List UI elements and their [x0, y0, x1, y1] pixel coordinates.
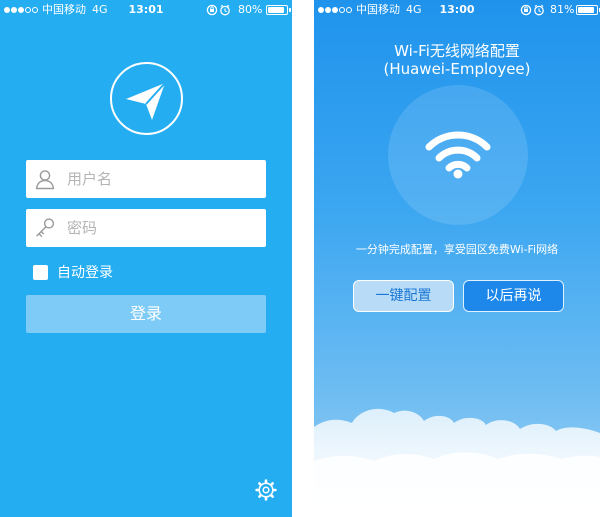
paper-plane-icon: [126, 82, 166, 120]
battery-percent: 80%: [238, 3, 263, 16]
key-icon: [36, 218, 55, 237]
login-button[interactable]: 登录: [26, 295, 266, 333]
clouds-background: [314, 408, 600, 517]
username-placeholder: 用户名: [67, 170, 113, 188]
status-bar: 中国移动 4G 13:00 81%: [314, 0, 600, 20]
rotation-lock-icon: [206, 4, 230, 16]
gear-icon[interactable]: [254, 478, 278, 502]
password-field[interactable]: 密码: [26, 209, 266, 247]
wifi-icon: [425, 131, 491, 179]
battery-icon: [576, 5, 600, 15]
page-title: Wi-Fi无线网络配置: [394, 42, 520, 60]
battery-percent: 81%: [550, 3, 575, 16]
user-icon: [35, 170, 55, 190]
wifi-config-screen: 中国移动 4G 13:00 81% Wi-Fi无线网络配置 (Huawei-Em…: [314, 0, 600, 517]
login-screen: 中国移动 4G 13:01 80% 用户名 密码 自动登录 登录: [0, 0, 292, 517]
status-bar: 中国移动 4G 13:01 80%: [0, 0, 292, 20]
battery-fill: [578, 7, 595, 13]
remember-me-checkbox[interactable]: [33, 265, 48, 280]
later-button[interactable]: 以后再说: [463, 280, 564, 312]
password-placeholder: 密码: [67, 219, 98, 237]
username-field[interactable]: 用户名: [26, 160, 266, 198]
tagline: 一分钟完成配置，享受园区免费Wi-Fi网络: [355, 243, 559, 256]
battery-icon: [266, 5, 291, 15]
app-logo: [110, 62, 183, 135]
one-key-config-button[interactable]: 一键配置: [353, 280, 454, 312]
remember-me-label: 自动登录: [57, 265, 113, 281]
rotation-lock-icon: [520, 4, 544, 16]
wifi-halo: [388, 85, 528, 225]
network-name: (Huawei-Employee): [383, 60, 531, 78]
battery-fill: [268, 7, 284, 13]
